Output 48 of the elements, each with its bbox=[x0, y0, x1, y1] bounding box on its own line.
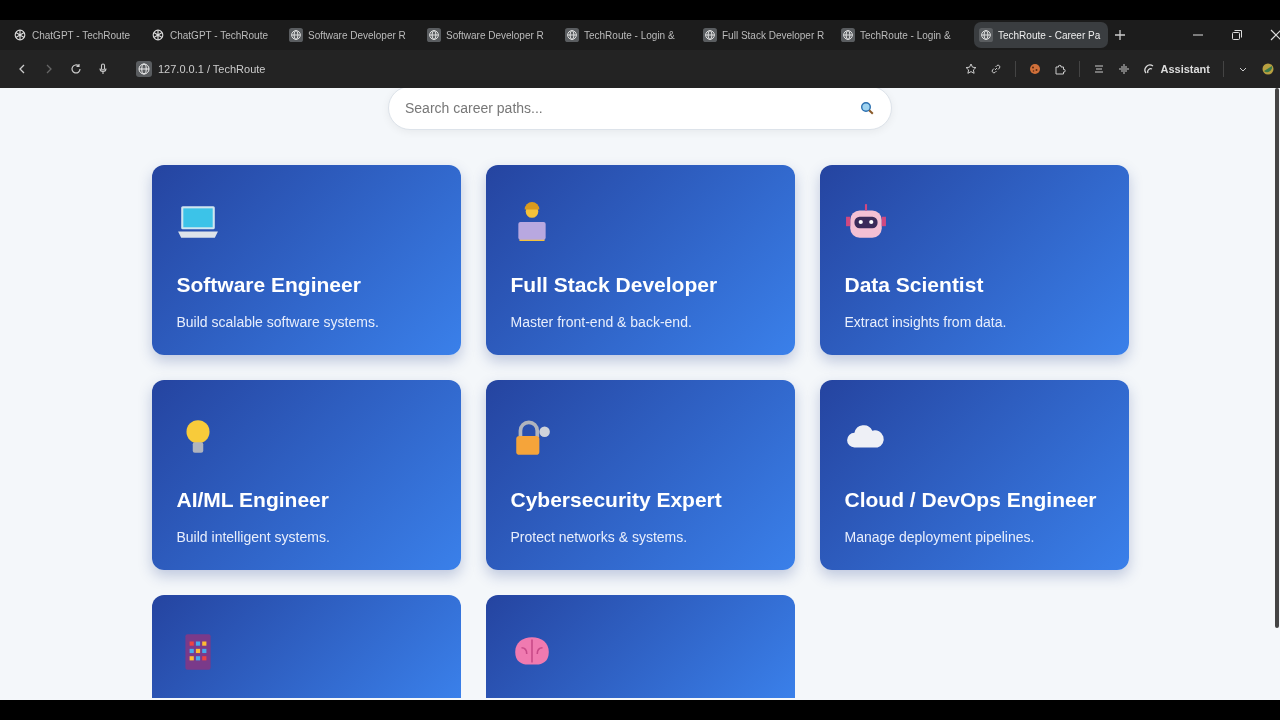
career-card[interactable]: Full Stack Developer Master front-end & back-end. bbox=[485, 165, 795, 355]
career-card[interactable] bbox=[485, 595, 795, 698]
globe-icon bbox=[979, 28, 993, 42]
career-card[interactable]: Cybersecurity Expert Protect networks & systems. bbox=[485, 380, 795, 570]
microphone-icon[interactable] bbox=[97, 63, 109, 75]
browser-tab[interactable]: Full Stack Developer R bbox=[698, 22, 832, 48]
cookie-icon[interactable] bbox=[1029, 63, 1042, 75]
address-bar[interactable]: 127.0.0.1 / TechRoute bbox=[136, 61, 266, 77]
browser-tab[interactable]: TechRoute - Login & bbox=[560, 22, 694, 48]
card-description: Manage deployment pipelines. bbox=[844, 529, 1036, 545]
globe-icon bbox=[427, 28, 441, 42]
browser-tab[interactable]: TechRoute - Login & bbox=[836, 22, 970, 48]
card-title: Cloud / DevOps Engineer bbox=[844, 488, 1098, 512]
career-card[interactable]: Software Engineer Build scalable software systems. bbox=[151, 165, 461, 355]
card-description: Protect networks & systems. bbox=[510, 529, 689, 545]
card-description: Build scalable software systems. bbox=[176, 314, 380, 330]
assistant-icon bbox=[1143, 63, 1156, 75]
career-card[interactable]: AI/ML Engineer Build intelligent systems. bbox=[151, 380, 461, 570]
restore-icon[interactable] bbox=[1231, 29, 1243, 41]
link-icon[interactable] bbox=[990, 63, 1003, 75]
card-title: Software Engineer bbox=[176, 273, 362, 297]
globe-icon bbox=[565, 28, 579, 42]
browser-tab[interactable]: ChatGPT - TechRoute bbox=[146, 22, 280, 48]
profile-icon[interactable] bbox=[1262, 63, 1274, 75]
card-title: Cybersecurity Expert bbox=[510, 488, 723, 512]
search-icon[interactable] bbox=[860, 101, 874, 115]
reload-icon[interactable] bbox=[70, 63, 82, 75]
career-card[interactable]: Cloud / DevOps Engineer Manage deployment pipelines. bbox=[819, 380, 1129, 570]
globe-icon bbox=[289, 28, 303, 42]
browser-tab[interactable]: TechRoute - Career Pa bbox=[974, 22, 1108, 48]
card-description: Master front-end & back-end. bbox=[510, 314, 693, 330]
career-card[interactable]: Data Scientist Extract insights from data. bbox=[819, 165, 1129, 355]
close-icon[interactable] bbox=[1270, 29, 1280, 41]
assistant-button[interactable]: Assistant bbox=[1143, 63, 1210, 75]
browser-tab[interactable]: Software Developer R bbox=[284, 22, 418, 48]
card-description: Extract insights from data. bbox=[844, 314, 1008, 330]
card-title: Full Stack Developer bbox=[510, 273, 719, 297]
browser-tab[interactable]: Software Developer R bbox=[422, 22, 556, 48]
menu-icon[interactable] bbox=[1093, 63, 1106, 75]
scrollbar[interactable] bbox=[1275, 88, 1279, 628]
globe-icon bbox=[703, 28, 717, 42]
card-title: Data Scientist bbox=[844, 273, 985, 297]
card-title: AI/ML Engineer bbox=[176, 488, 330, 512]
card-description: Build intelligent systems. bbox=[176, 529, 331, 545]
globe-icon bbox=[841, 28, 855, 42]
browser-tab[interactable]: ChatGPT - TechRoute bbox=[8, 22, 142, 48]
star-icon[interactable] bbox=[965, 63, 978, 75]
search-field[interactable]: Search career paths... bbox=[388, 88, 892, 130]
